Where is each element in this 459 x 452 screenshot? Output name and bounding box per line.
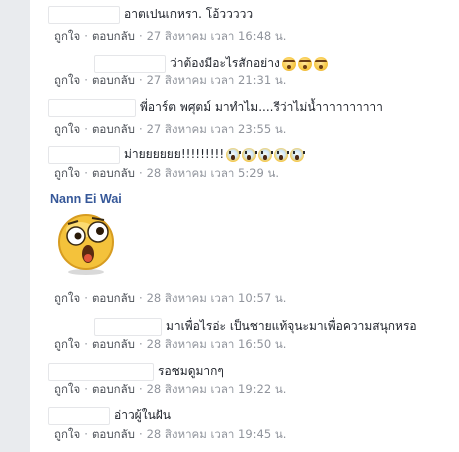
- comment-actions: ถูกใจ · ตอบกลับ · 28 สิงหาคม เวลา 5:29 น.: [54, 165, 279, 183]
- comment-actions: ถูกใจ · ตอบกลับ · 27 สิงหาคม เวลา 16:48 น.: [54, 28, 286, 46]
- comment-bubble: ม่ายยยยยย!!!!!!!!!: [44, 143, 311, 165]
- comment-timestamp[interactable]: 28 สิงหาคม เวลา 16:50 น.: [147, 337, 287, 351]
- redacted-author-name: [94, 317, 162, 336]
- comment-actions: ถูกใจ · ตอบกลับ · 28 สิงหาคม เวลา 10:57 น.: [54, 290, 286, 308]
- redacted-author-name: [48, 98, 136, 117]
- separator-dot: ·: [84, 166, 88, 180]
- redacted-author-name: [48, 5, 120, 24]
- comment-timestamp[interactable]: 27 สิงหาคม เวลา 23:55 น.: [147, 122, 287, 136]
- comment-text: พี่อาร์ต พศุตม์ มาทำไม....รีว่าไม่น้ำาาา…: [140, 100, 383, 114]
- comment-timestamp[interactable]: 27 สิงหาคม เวลา 16:48 น.: [147, 29, 287, 43]
- reply-link[interactable]: ตอบกลับ: [92, 73, 135, 87]
- separator-dot: ·: [84, 382, 88, 396]
- comment-text: อ่าวผู้ในฝัน: [114, 408, 172, 422]
- reply-link[interactable]: ตอบกลับ: [92, 427, 135, 441]
- comment-text: อาตเปนเกหรา. โอ้ววววว: [124, 7, 254, 21]
- comment-author-name[interactable]: Nann Ei Wai: [50, 192, 122, 206]
- redacted-author-name: [94, 54, 166, 73]
- comment-text: รอชมดูมากๆ: [158, 364, 224, 378]
- screaming-face-icon: [242, 147, 258, 162]
- comment-bubble: พี่อาร์ต พศุตม์ มาทำไม....รีว่าไม่น้ำาาา…: [44, 96, 389, 118]
- reply-link[interactable]: ตอบกลับ: [92, 29, 135, 43]
- separator-dot: ·: [138, 337, 143, 351]
- redacted-author-name: [48, 362, 154, 381]
- like-link[interactable]: ถูกใจ: [54, 122, 80, 136]
- separator-dot: ·: [138, 122, 143, 136]
- screaming-face-icon: [290, 147, 306, 162]
- reply-link[interactable]: ตอบกลับ: [92, 122, 135, 136]
- comment-thread: อาตเปนเกหรา. โอ้ววววว ถูกใจ · ตอบกลับ · 27 ส…: [30, 0, 459, 452]
- comment-timestamp[interactable]: 28 สิงหาคม เวลา 19:45 น.: [147, 427, 287, 441]
- thinking-face-icon: [313, 56, 328, 71]
- separator-dot: ·: [138, 166, 143, 180]
- redacted-author-name: [48, 406, 110, 425]
- separator-dot: ·: [84, 29, 88, 43]
- comment-actions: ถูกใจ · ตอบกลับ · 28 สิงหาคม เวลา 16:50 น.: [54, 336, 286, 354]
- like-link[interactable]: ถูกใจ: [54, 337, 80, 351]
- thinking-face-icon: [281, 56, 296, 71]
- screaming-face-icon: [226, 147, 242, 162]
- reply-link[interactable]: ตอบกลับ: [92, 291, 135, 305]
- screaming-face-icon: [258, 147, 274, 162]
- like-link[interactable]: ถูกใจ: [54, 291, 80, 305]
- separator-dot: ·: [138, 382, 143, 396]
- like-link[interactable]: ถูกใจ: [54, 29, 80, 43]
- separator-dot: ·: [84, 122, 88, 136]
- comment-text: ม่ายยยยยย!!!!!!!!!: [124, 147, 225, 161]
- redacted-author-name: [48, 145, 120, 164]
- comment-actions: ถูกใจ · ตอบกลับ · 27 สิงหาคม เวลา 23:55 น.: [54, 121, 286, 139]
- comment-bubble: อาตเปนเกหรา. โอ้ววววว: [44, 3, 260, 25]
- comment-bubble: อ่าวผู้ในฝัน: [44, 404, 178, 426]
- reply-link[interactable]: ตอบกลับ: [92, 166, 135, 180]
- separator-dot: ·: [84, 73, 88, 87]
- separator-dot: ·: [138, 427, 143, 441]
- reply-link[interactable]: ตอบกลับ: [92, 337, 135, 351]
- surprised-emoji-sticker-icon: [54, 212, 118, 276]
- separator-dot: ·: [84, 337, 88, 351]
- reply-link[interactable]: ตอบกลับ: [92, 382, 135, 396]
- like-link[interactable]: ถูกใจ: [54, 427, 80, 441]
- screaming-face-icon: [274, 147, 290, 162]
- like-link[interactable]: ถูกใจ: [54, 73, 80, 87]
- separator-dot: ·: [84, 291, 88, 305]
- comment-timestamp[interactable]: 28 สิงหาคม เวลา 5:29 น.: [147, 166, 279, 180]
- comment-text: ว่าต้องมีอะไรสักอย่าง: [170, 56, 280, 70]
- comment-actions: ถูกใจ · ตอบกลับ · 28 สิงหาคม เวลา 19:45 น.: [54, 426, 286, 444]
- comment-timestamp[interactable]: 28 สิงหาคม เวลา 10:57 น.: [147, 291, 287, 305]
- separator-dot: ·: [138, 291, 143, 305]
- comment-bubble: ว่าต้องมีอะไรสักอย่าง: [90, 52, 334, 74]
- comment-timestamp[interactable]: 28 สิงหาคม เวลา 19:22 น.: [147, 382, 287, 396]
- comment-text: มาเพื่อไรอ่ะ เป็นชายแท้จุนะมาเพื่อความสน…: [166, 319, 417, 333]
- separator-dot: ·: [138, 73, 143, 87]
- comment-bubble: มาเพื่อไรอ่ะ เป็นชายแท้จุนะมาเพื่อความสน…: [90, 315, 423, 337]
- thinking-face-icon: [297, 56, 312, 71]
- comment-timestamp[interactable]: 27 สิงหาคม เวลา 21:31 น.: [147, 73, 287, 87]
- separator-dot: ·: [84, 427, 88, 441]
- like-link[interactable]: ถูกใจ: [54, 382, 80, 396]
- comment-bubble: รอชมดูมากๆ: [44, 360, 230, 382]
- comment-actions: ถูกใจ · ตอบกลับ · 27 สิงหาคม เวลา 21:31 น.: [54, 72, 286, 90]
- comment-actions: ถูกใจ · ตอบกลับ · 28 สิงหาคม เวลา 19:22 น.: [54, 381, 286, 399]
- separator-dot: ·: [138, 29, 143, 43]
- like-link[interactable]: ถูกใจ: [54, 166, 80, 180]
